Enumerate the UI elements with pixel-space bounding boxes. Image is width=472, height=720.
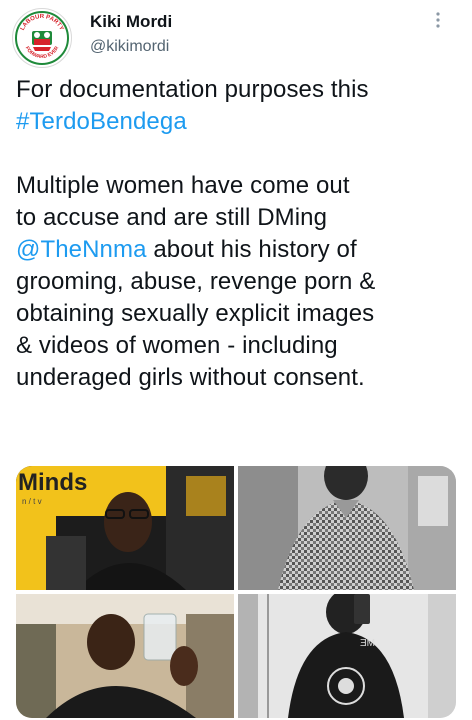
tweet-line-mention: @TheNnma about his history of <box>16 234 456 266</box>
tweet-line: grooming, abuse, revenge porn & <box>16 268 376 295</box>
tweet-line: For documentation purposes this <box>16 76 369 103</box>
mention-link[interactable]: @TheNnma <box>16 236 147 263</box>
tweet-text: For documentation purposes this #TerdoBe… <box>16 74 456 394</box>
media-photo-2[interactable] <box>238 466 456 590</box>
author-handle[interactable]: @kikimordi <box>90 38 169 56</box>
author-display-name[interactable]: Kiki Mordi <box>90 12 172 32</box>
media-photo-1[interactable]: Minds n / t v <box>16 466 234 590</box>
media-photo-3[interactable] <box>16 594 234 718</box>
tweet-line: obtaining sexually explicit images <box>16 300 375 327</box>
sign-subtext: n / t v <box>22 497 42 506</box>
hashtag-link[interactable]: #TerdoBendega <box>16 108 187 135</box>
tweet-line: & videos of women - including <box>16 332 338 359</box>
more-vertical-icon <box>436 12 440 28</box>
media-photo-4[interactable]: ƎM <box>238 594 456 718</box>
tweet-line: to accuse and are still DMing <box>16 204 328 231</box>
tweet-line-rest: about his history of <box>146 236 357 263</box>
avatar[interactable]: LABOUR PARTY FORWARD EVER <box>12 8 72 68</box>
shirt-text: ƎM <box>360 638 375 649</box>
more-options-button[interactable] <box>426 8 450 32</box>
tweet-line: Multiple women have come out <box>16 172 350 199</box>
labour-party-logo-icon: LABOUR PARTY FORWARD EVER <box>14 10 70 66</box>
sign-text: Minds <box>18 469 87 496</box>
tweet-header: LABOUR PARTY FORWARD EVER Kiki Mordi @ki… <box>0 0 472 72</box>
tweet-line: underaged girls without consent. <box>16 364 365 391</box>
media-grid: Minds n / t v ƎM <box>16 466 456 718</box>
